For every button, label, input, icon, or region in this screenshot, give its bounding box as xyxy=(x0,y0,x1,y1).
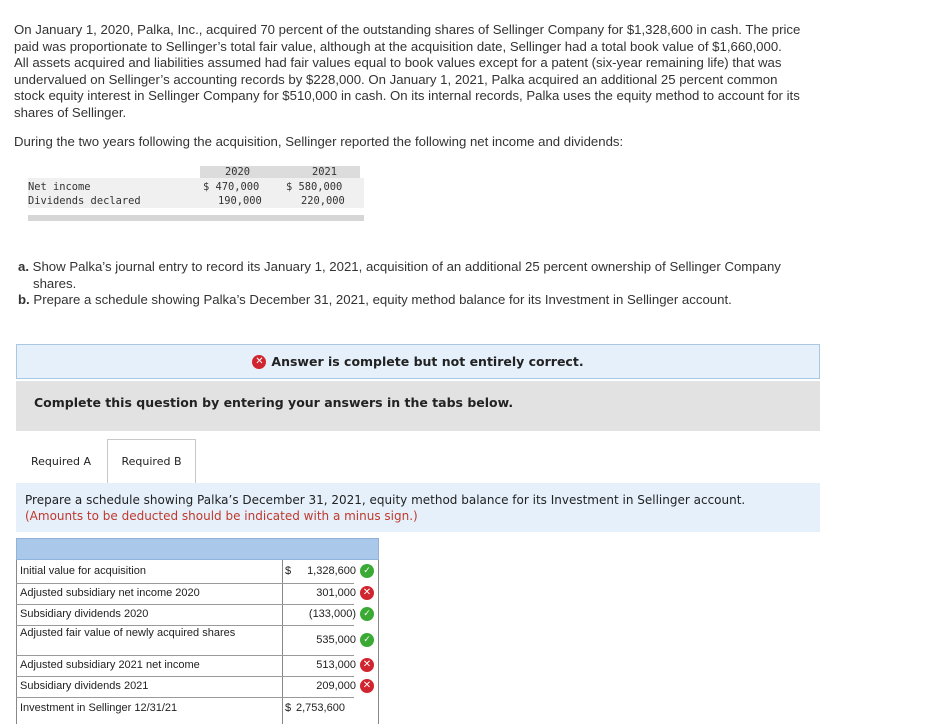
question-a-text-continued: shares. xyxy=(33,275,77,291)
row-divider xyxy=(282,604,354,605)
schedule-value-input[interactable]: 1,328,600 xyxy=(307,565,356,577)
question-b-text: Prepare a schedule showing Palka’s Decem… xyxy=(33,292,732,307)
net-income-2020: $ 470,000 xyxy=(203,181,260,193)
row-divider xyxy=(282,625,354,626)
schedule-row-label: Adjusted subsidiary 2021 net income xyxy=(20,659,200,671)
problem-line: shares of Sellinger. xyxy=(14,104,127,120)
problem-line: stock equity interest in Sellinger Compa… xyxy=(14,88,800,103)
column-header-2021: 2021 xyxy=(312,166,338,178)
row-divider xyxy=(16,655,282,656)
answer-status-text: Answer is complete but not entirely corr… xyxy=(271,354,584,369)
schedule-row: Adjusted fair value of newly acquired sh… xyxy=(16,627,379,655)
question-list: a. Show Palka’s journal entry to record … xyxy=(18,259,898,309)
instruction-text: Complete this question by entering your … xyxy=(34,395,514,410)
schedule-row: Subsidiary dividends 2020 (133,000) ✓ xyxy=(16,606,379,624)
x-circle-icon: ✕ xyxy=(360,586,374,600)
schedule-total-row: Investment in Sellinger 12/31/21 $ 2,753… xyxy=(16,700,379,718)
dollar-sign: $ xyxy=(285,702,292,714)
schedule-value-input[interactable]: 535,000 xyxy=(316,634,356,646)
schedule-row: Subsidiary dividends 2021 209,000 ✕ xyxy=(16,678,379,696)
row-divider xyxy=(16,604,282,605)
schedule-row: Initial value for acquisition $ 1,328,60… xyxy=(16,563,379,581)
problem-statement: On January 1, 2020, Palka, Inc., acquire… xyxy=(14,22,914,121)
income-intro-text: During the two years following the acqui… xyxy=(14,134,624,149)
question-b-label: b. xyxy=(18,292,30,307)
x-circle-icon: ✕ xyxy=(360,679,374,693)
row-divider xyxy=(16,697,282,698)
check-circle-icon: ✓ xyxy=(360,564,374,578)
question-a-label: a. xyxy=(18,259,29,274)
schedule-total-value[interactable]: 2,753,600 xyxy=(296,702,345,714)
problem-line: paid was proportionate to Sellinger’s to… xyxy=(14,38,782,54)
equity-schedule-table: Initial value for acquisition $ 1,328,60… xyxy=(16,538,379,724)
instructions-text: Prepare a schedule showing Palka’s Decem… xyxy=(25,493,746,507)
question-a-text: Show Palka’s journal entry to record its… xyxy=(32,259,781,274)
schedule-value-input[interactable]: 209,000 xyxy=(316,680,356,692)
answer-status-banner: ✕ Answer is complete but not entirely co… xyxy=(16,344,820,379)
dollar-sign: $ xyxy=(285,565,292,577)
schedule-row-label: Subsidiary dividends 2021 xyxy=(20,680,149,692)
schedule-row-label: Subsidiary dividends 2020 xyxy=(20,608,149,620)
schedule-value-input[interactable]: 301,000 xyxy=(316,587,356,599)
schedule-row: Adjusted subsidiary net income 2020 301,… xyxy=(16,585,379,603)
schedule-row-label: Adjusted subsidiary net income 2020 xyxy=(20,587,200,599)
row-divider xyxy=(16,625,282,626)
instruction-panel: Complete this question by entering your … xyxy=(16,381,820,431)
schedule-row: Adjusted subsidiary 2021 net income 513,… xyxy=(16,657,379,675)
x-circle-icon: ✕ xyxy=(252,354,267,369)
net-income-2021: $ 580,000 xyxy=(286,181,343,193)
income-dividends-table: 2020 2021 Net income $ 470,000 $ 580,000… xyxy=(28,166,364,221)
dividends-2021: 220,000 xyxy=(301,195,345,207)
check-circle-icon: ✓ xyxy=(360,607,374,621)
column-header-2020: 2020 xyxy=(225,166,251,178)
table-bottom-bar xyxy=(28,215,364,221)
tab-required-a[interactable]: Required A xyxy=(16,439,106,483)
problem-line: On January 1, 2020, Palka, Inc., acquire… xyxy=(14,22,801,37)
row-divider xyxy=(282,676,354,677)
schedule-value-input[interactable]: 513,000 xyxy=(316,659,356,671)
dividends-2020: 190,000 xyxy=(218,195,262,207)
tab-instructions: Prepare a schedule showing Palka’s Decem… xyxy=(16,483,820,532)
row-label-net-income: Net income xyxy=(28,181,91,193)
schedule-row-label: Initial value for acquisition xyxy=(20,565,146,577)
problem-line: All assets acquired and liabilities assu… xyxy=(14,55,782,70)
row-divider xyxy=(282,655,354,656)
schedule-value-input[interactable]: (133,000) xyxy=(309,608,356,620)
problem-line: undervalued on Sellinger’s accounting re… xyxy=(14,71,778,87)
row-divider xyxy=(282,583,354,584)
schedule-row-label: Investment in Sellinger 12/31/21 xyxy=(20,702,178,714)
schedule-row-label: Adjusted fair value of newly acquired sh… xyxy=(20,627,236,639)
x-circle-icon: ✕ xyxy=(360,658,374,672)
row-divider xyxy=(16,583,282,584)
instructions-note: (Amounts to be deducted should be indica… xyxy=(25,509,418,523)
row-label-dividends: Dividends declared xyxy=(28,195,141,207)
schedule-header xyxy=(16,538,379,560)
tab-required-b[interactable]: Required B xyxy=(107,439,196,483)
row-divider xyxy=(282,697,354,698)
check-circle-icon: ✓ xyxy=(360,633,374,647)
row-divider xyxy=(16,676,282,677)
